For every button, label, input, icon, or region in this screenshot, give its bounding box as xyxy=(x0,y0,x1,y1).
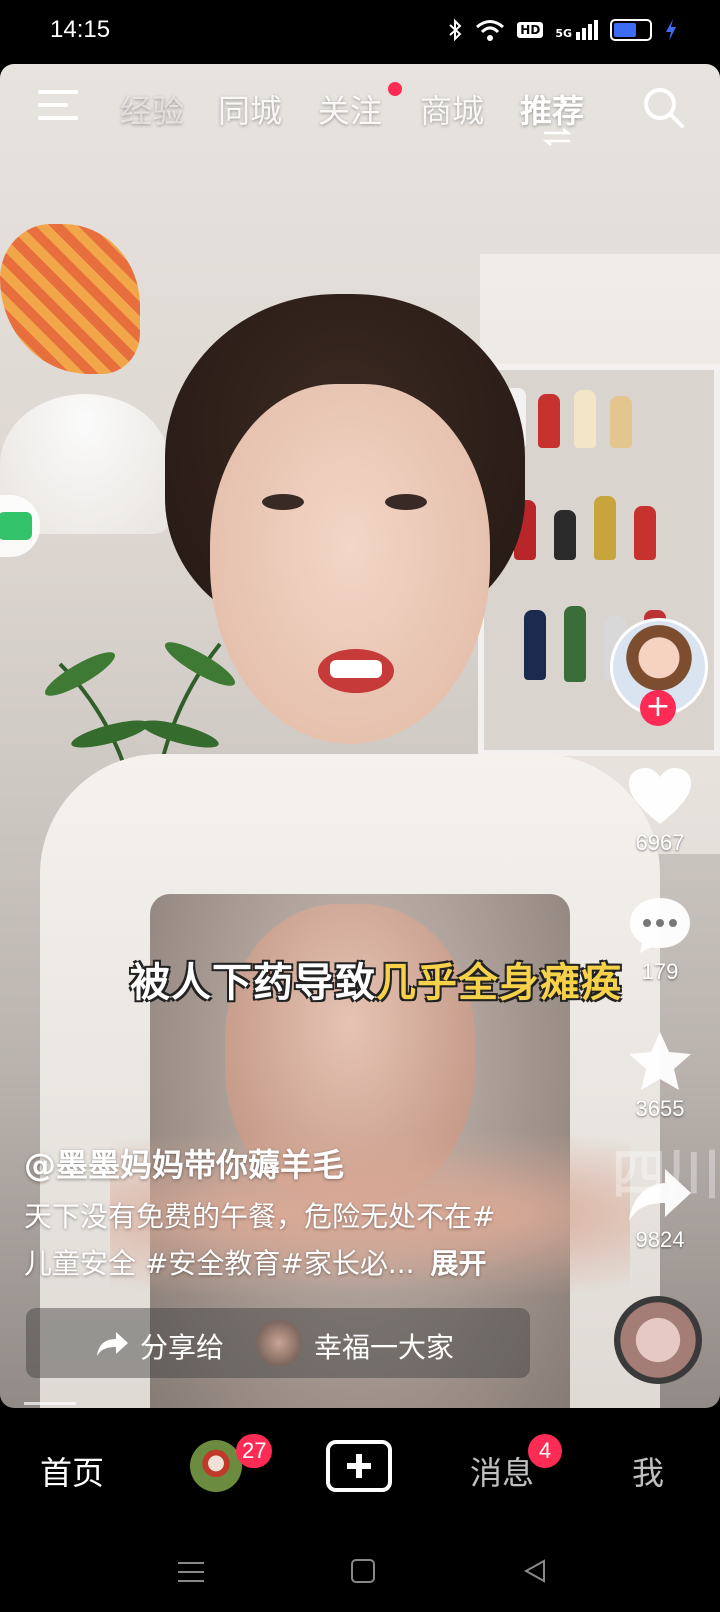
expand-link[interactable]: 展开 xyxy=(431,1247,487,1280)
bluetooth-icon xyxy=(449,18,462,42)
recent-apps-icon[interactable] xyxy=(178,1560,204,1584)
comment-count: 179 xyxy=(641,959,679,984)
nav-home[interactable]: 首页 xyxy=(40,1448,104,1494)
status-bar: 14:15 HD 5G xyxy=(0,0,720,64)
nav-messages[interactable]: 消息 xyxy=(470,1448,534,1494)
tab-nearby[interactable]: 同城 xyxy=(218,86,282,132)
like-count: 6967 xyxy=(635,830,685,855)
heart-icon xyxy=(629,768,691,824)
follow-plus-icon[interactable]: + xyxy=(640,690,676,726)
music-disc[interactable] xyxy=(614,1296,702,1384)
nav-me[interactable]: 我 xyxy=(632,1448,664,1494)
video-progress[interactable] xyxy=(24,1402,76,1405)
eye xyxy=(262,494,304,510)
caption-white: 被人下药导致 xyxy=(130,960,376,1006)
status-time: 14:15 xyxy=(50,16,111,43)
status-icons: HD 5G xyxy=(447,18,678,42)
chat-icon xyxy=(0,512,32,540)
comment-button[interactable]: 179 xyxy=(612,895,708,985)
favorite-count: 3655 xyxy=(635,1096,685,1121)
teeth xyxy=(330,660,382,678)
charging-icon xyxy=(666,19,676,41)
friend-avatar xyxy=(256,1320,302,1366)
tab-following[interactable]: 关注 xyxy=(318,86,382,132)
following-new-dot xyxy=(388,82,402,96)
star-icon xyxy=(629,1032,691,1090)
back-icon[interactable] xyxy=(522,1558,548,1584)
author-name[interactable]: @墨墨妈妈带你薅羊毛 xyxy=(24,1140,344,1186)
favorite-button[interactable]: 3655 xyxy=(612,1030,708,1122)
dragon-kite-decoration xyxy=(0,224,140,374)
post-description-line2: 儿童安全 #安全教育#家长必... 展开 xyxy=(24,1242,487,1282)
share-count: 9824 xyxy=(635,1227,685,1252)
messages-badge: 4 xyxy=(528,1434,562,1468)
home-icon[interactable] xyxy=(350,1558,376,1584)
wifi-icon xyxy=(476,20,505,41)
nav-friends-avatar[interactable] xyxy=(190,1440,242,1492)
caption-highlight: 几乎全身瘫痪 xyxy=(376,960,622,1006)
share-icon xyxy=(629,1169,691,1221)
share-to-label: 分享给 xyxy=(140,1331,225,1364)
search-icon[interactable] xyxy=(642,86,686,130)
system-nav-bar xyxy=(0,1532,720,1612)
share-button[interactable]: 9824 xyxy=(612,1165,708,1253)
hd-icon: HD xyxy=(517,22,544,38)
eye xyxy=(385,494,427,510)
battery-icon xyxy=(610,19,652,41)
post-description-line1: 天下没有免费的午餐，危险无处不在# xyxy=(24,1200,496,1233)
plus-icon xyxy=(347,1454,371,1478)
friends-badge: 27 xyxy=(236,1434,273,1468)
tab-mall[interactable]: 商城 xyxy=(420,86,484,132)
comment-icon xyxy=(630,898,690,953)
create-button[interactable] xyxy=(326,1440,392,1492)
tab-experience[interactable]: 经验 xyxy=(120,86,184,132)
video-caption: 被人下药导致几乎全身瘫痪 xyxy=(130,950,622,1008)
tab-recommend[interactable]: 推荐 xyxy=(520,86,584,132)
share-arrow-icon xyxy=(97,1332,128,1356)
post-description-text: 儿童安全 #安全教育#家长必... xyxy=(24,1247,415,1280)
friend-name[interactable]: 幸福一大家 xyxy=(314,1326,454,1366)
signal-5g-icon: 5G xyxy=(555,20,598,40)
swap-icon xyxy=(542,128,572,146)
menu-icon[interactable] xyxy=(38,88,78,122)
like-button[interactable]: 6967 xyxy=(612,766,708,856)
